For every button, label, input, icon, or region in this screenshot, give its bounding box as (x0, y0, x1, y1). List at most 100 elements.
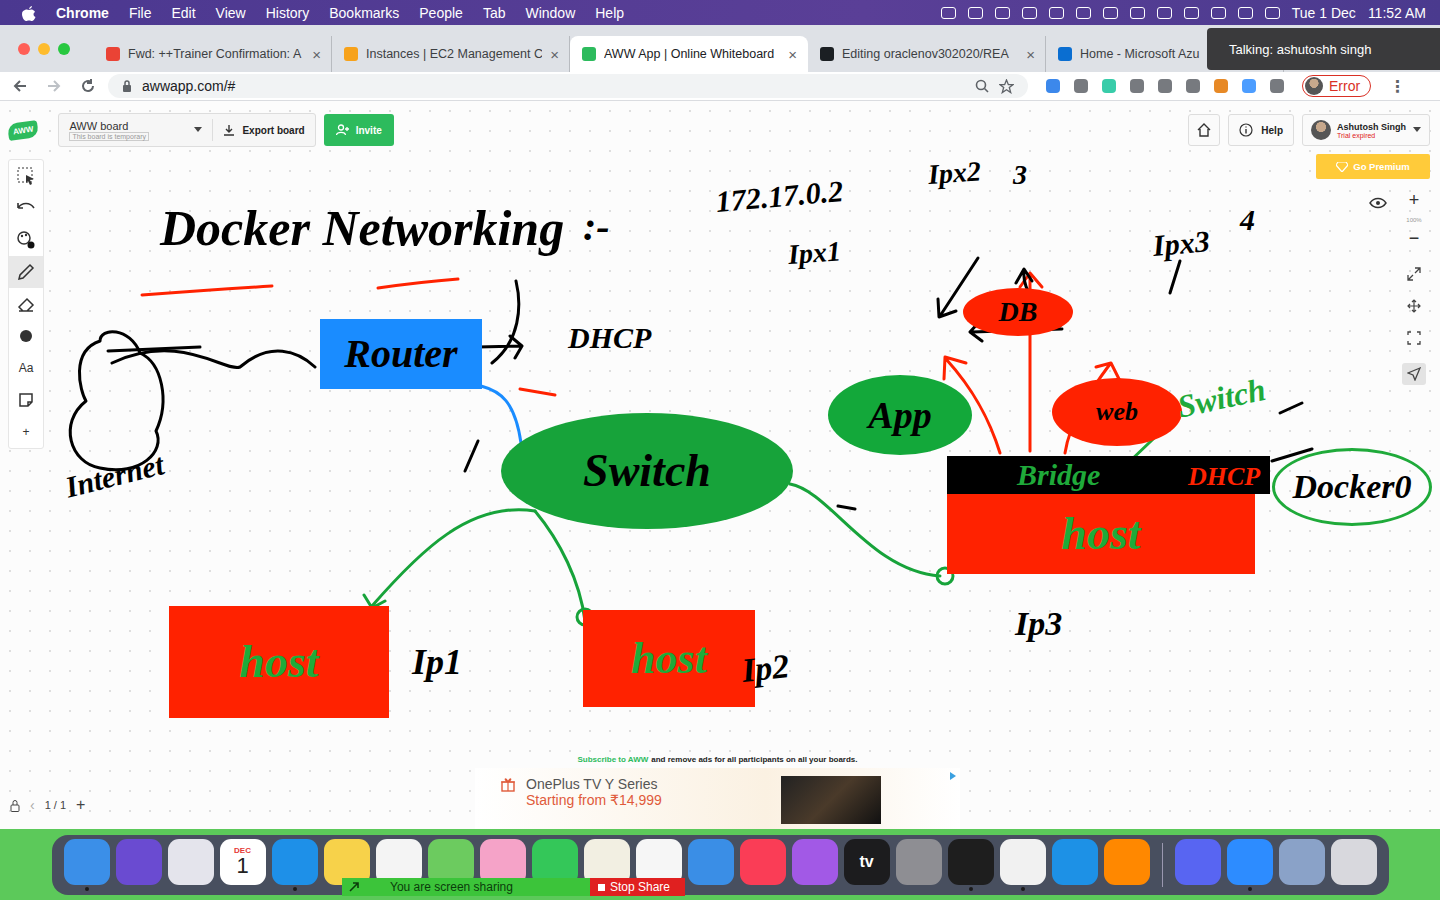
extension-icon[interactable] (1270, 79, 1284, 93)
dock-app[interactable] (896, 839, 942, 891)
zoom-in-button[interactable]: + (1409, 191, 1420, 211)
status-icon[interactable] (1130, 7, 1145, 19)
diagram-node[interactable]: DB (963, 288, 1073, 336)
menu-item[interactable]: Tab (483, 5, 506, 21)
dock-app[interactable] (1104, 839, 1150, 891)
ad-choices-icon[interactable] (950, 772, 956, 780)
diagram-label[interactable]: Ip2 (740, 649, 791, 688)
menu-item[interactable]: People (419, 5, 463, 21)
extension-icon[interactable] (1046, 79, 1060, 93)
extension-icon[interactable] (1214, 79, 1228, 93)
menu-item[interactable]: Bookmarks (329, 5, 399, 21)
dock-app[interactable] (272, 839, 318, 891)
tool-button[interactable] (9, 192, 43, 224)
menu-item[interactable]: Help (595, 5, 624, 21)
extension-icon[interactable] (1158, 79, 1172, 93)
extension-icon[interactable] (1242, 79, 1256, 93)
subscribe-link[interactable]: Subscribe to AWW (577, 755, 648, 764)
home-button[interactable] (1188, 114, 1220, 146)
fullscreen-icon[interactable] (1407, 267, 1421, 281)
diagram-node[interactable]: App (828, 375, 972, 455)
url-field[interactable]: awwapp.com/# (108, 74, 1028, 98)
extension-icon[interactable] (1102, 79, 1116, 93)
tab-close-button[interactable]: × (788, 46, 797, 63)
status-icon[interactable] (1265, 7, 1280, 19)
fit-icon[interactable] (1407, 331, 1421, 345)
prev-page-button[interactable]: ‹ (30, 797, 35, 813)
app-menu[interactable]: Chrome (56, 5, 109, 21)
dock-app[interactable] (1000, 839, 1046, 891)
invite-button[interactable]: Invite (324, 114, 394, 146)
diagram-label[interactable]: 172.17.0.2 (715, 176, 845, 217)
dock-app[interactable] (1052, 839, 1098, 891)
stop-share-button[interactable]: Stop Share (590, 878, 685, 896)
dock-app[interactable] (1279, 839, 1325, 891)
dock-app[interactable] (948, 839, 994, 891)
status-icon[interactable] (1184, 7, 1199, 19)
diagram-label[interactable]: Ipx3 (1152, 226, 1211, 261)
diagram-label[interactable]: DHCP (1188, 464, 1260, 490)
menu-item[interactable]: View (216, 5, 246, 21)
menu-item[interactable]: Edit (171, 5, 195, 21)
diagram-label[interactable]: DHCP (568, 323, 651, 353)
diagram-label[interactable]: Docker Networking (160, 203, 564, 253)
minimize-icon[interactable] (38, 43, 50, 55)
reload-icon[interactable] (80, 78, 96, 94)
back-icon[interactable] (12, 78, 28, 94)
status-icon[interactable] (1049, 7, 1064, 19)
extension-icon[interactable] (1074, 79, 1088, 93)
ad-creative[interactable]: OnePlus TV Y SeriesStarting from ₹14,999 (475, 768, 960, 829)
move-icon[interactable] (1407, 299, 1421, 313)
star-icon[interactable] (999, 79, 1014, 94)
clock-date[interactable]: Tue 1 Dec (1292, 5, 1356, 21)
status-icon[interactable] (968, 7, 983, 19)
tool-button[interactable] (9, 224, 43, 256)
dock-app[interactable] (168, 839, 214, 891)
chrome-menu-button[interactable]: ⋮ (1389, 77, 1405, 96)
status-icon[interactable] (995, 7, 1010, 19)
close-icon[interactable] (18, 43, 30, 55)
tool-button[interactable]: + (9, 416, 43, 448)
whiteboard-canvas[interactable]: RouterSwitchhosthostAppDBwebhostBridgeDo… (0, 101, 1440, 829)
diagram-label[interactable]: Switch (1175, 373, 1269, 423)
user-menu[interactable]: Ashutosh SinghTrial expired (1302, 114, 1430, 146)
diagram-label[interactable]: 4 (1240, 205, 1255, 235)
add-page-button[interactable]: + (76, 796, 85, 814)
dock-app[interactable]: DEC1 (220, 839, 266, 891)
tab-close-button[interactable]: × (550, 46, 559, 63)
diagram-node[interactable]: host (169, 606, 389, 718)
lock-icon[interactable] (10, 799, 20, 812)
diagram-node[interactable]: Switch (501, 413, 793, 529)
browser-tab[interactable]: Fwd: ++Trainer Confirmation: A× (94, 36, 332, 72)
dock-app[interactable] (1331, 839, 1377, 891)
go-premium-button[interactable]: Go Premium (1316, 154, 1430, 179)
zoom-lens-icon[interactable] (975, 79, 989, 93)
follow-button[interactable] (1402, 363, 1426, 385)
diagram-node[interactable]: Router (320, 319, 482, 389)
diagram-label[interactable]: Ipx1 (787, 237, 842, 269)
extension-icon[interactable] (1186, 79, 1200, 93)
board-selector[interactable]: AWW boardThis board is temporaryExport b… (58, 113, 315, 147)
status-icon[interactable] (1076, 7, 1091, 19)
diagram-label[interactable]: Ip3 (1015, 607, 1062, 641)
status-icon[interactable] (1211, 7, 1226, 19)
tool-button[interactable] (9, 384, 43, 416)
status-icon[interactable] (1022, 7, 1037, 19)
diagram-label[interactable]: Ip1 (412, 644, 462, 680)
menu-item[interactable]: Window (525, 5, 575, 21)
export-button[interactable]: Export board (223, 124, 304, 136)
extension-icon[interactable] (1130, 79, 1144, 93)
help-button[interactable]: Help (1228, 114, 1294, 146)
tool-button[interactable] (9, 320, 43, 352)
eye-icon[interactable] (1369, 197, 1387, 209)
zoom-icon[interactable] (58, 43, 70, 55)
menu-item[interactable]: History (266, 5, 310, 21)
status-icon[interactable] (1238, 7, 1253, 19)
zoom-out-button[interactable]: − (1409, 229, 1420, 249)
dock-app[interactable]: tv (844, 839, 890, 891)
browser-tab[interactable]: Instances | EC2 Management C× (332, 36, 570, 72)
tool-button[interactable] (9, 160, 43, 192)
diagram-label[interactable]: Ipx2 (927, 157, 982, 189)
status-icon[interactable] (1157, 7, 1172, 19)
diagram-label[interactable]: :- (583, 207, 610, 247)
